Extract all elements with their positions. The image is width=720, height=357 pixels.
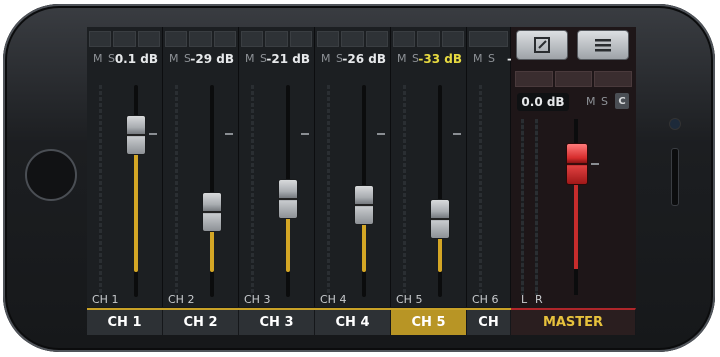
meter-left-label: L bbox=[521, 293, 528, 306]
channel-strip-1: M S 0.1 dB CH 1 bbox=[87, 27, 163, 307]
tab-ch-3[interactable]: CH 3 bbox=[239, 310, 315, 335]
fader-fill bbox=[210, 232, 214, 272]
channel-name: CH 3 bbox=[244, 293, 271, 306]
master-fader[interactable] bbox=[566, 143, 588, 185]
channel-level-readout: -21 dB bbox=[266, 52, 310, 66]
master-header-pads bbox=[515, 71, 633, 87]
channel-fader[interactable] bbox=[202, 192, 222, 232]
channel-fader[interactable] bbox=[354, 185, 374, 225]
level-meter bbox=[251, 85, 254, 295]
unity-tick bbox=[225, 133, 233, 135]
channel-tab-bar: CH 1 CH 2 CH 3 CH 4 CH 5 CH MASTER bbox=[87, 308, 636, 335]
channel-strip-5: M S -33 dB CH 5 bbox=[391, 27, 467, 307]
tab-ch-5[interactable]: CH 5 bbox=[391, 310, 467, 335]
mute-button[interactable]: M bbox=[245, 52, 256, 65]
level-meter bbox=[327, 85, 330, 295]
channel-header-pads bbox=[165, 31, 236, 47]
channel-header-pads bbox=[241, 31, 312, 47]
channel-name: CH 6 bbox=[472, 293, 499, 306]
mute-button[interactable]: M bbox=[93, 52, 104, 65]
master-fader-fill bbox=[574, 179, 578, 269]
tab-ch-1[interactable]: CH 1 bbox=[87, 310, 163, 335]
mute-button[interactable]: M bbox=[169, 52, 180, 65]
menu-button[interactable] bbox=[577, 30, 629, 60]
channel-strip-2: M S -29 dB CH 2 bbox=[163, 27, 239, 307]
solo-button[interactable]: S bbox=[488, 52, 496, 65]
tab-ch-6[interactable]: CH bbox=[467, 310, 511, 335]
channel-strip-6: M S - CH 6 bbox=[467, 27, 512, 307]
tab-ch-4[interactable]: CH 4 bbox=[315, 310, 391, 335]
level-meter bbox=[99, 85, 102, 295]
mute-button[interactable]: M bbox=[586, 95, 597, 108]
tab-ch-2[interactable]: CH 2 bbox=[163, 310, 239, 335]
channel-fader[interactable] bbox=[278, 179, 298, 219]
channel-name: CH 2 bbox=[168, 293, 195, 306]
mute-button[interactable]: M bbox=[397, 52, 408, 65]
mixer-screen: M S 0.1 dB CH 1 M S -29 dB CH 2 M S -21 … bbox=[87, 27, 636, 335]
channel-strip-3: M S -21 dB CH 3 bbox=[239, 27, 315, 307]
channel-fader[interactable] bbox=[126, 115, 146, 155]
master-meter-left bbox=[521, 119, 524, 295]
channel-header-pads bbox=[393, 31, 464, 47]
edit-icon bbox=[534, 37, 550, 53]
phone-frame: M S 0.1 dB CH 1 M S -29 dB CH 2 M S -21 … bbox=[3, 4, 715, 352]
mute-solo-buttons[interactable]: M S bbox=[397, 52, 420, 65]
unity-tick bbox=[301, 133, 309, 135]
level-meter bbox=[175, 85, 178, 295]
fader-fill bbox=[134, 152, 138, 272]
channel-fader[interactable] bbox=[430, 199, 450, 239]
edit-button[interactable] bbox=[516, 30, 568, 60]
fader-fill bbox=[286, 217, 290, 272]
mute-button[interactable]: M bbox=[473, 52, 484, 65]
unity-tick bbox=[453, 133, 461, 135]
channel-name: CH 1 bbox=[92, 293, 119, 306]
channel-level-readout: -33 dB bbox=[418, 52, 462, 66]
level-meter bbox=[403, 85, 406, 295]
unity-tick bbox=[149, 133, 157, 135]
channel-name: CH 5 bbox=[396, 293, 423, 306]
fader-fill bbox=[438, 237, 442, 272]
channel-header-pads bbox=[317, 31, 388, 47]
master-mute-solo-buttons[interactable]: M S bbox=[586, 95, 609, 108]
channel-name: CH 4 bbox=[320, 293, 347, 306]
fader-fill bbox=[362, 225, 366, 272]
channel-level-readout: -26 dB bbox=[342, 52, 386, 66]
solo-button[interactable]: S bbox=[601, 95, 609, 108]
mute-solo-buttons[interactable]: M S bbox=[321, 52, 344, 65]
mute-solo-buttons[interactable]: M S bbox=[245, 52, 268, 65]
camera-icon bbox=[669, 118, 681, 130]
channel-header-pads bbox=[89, 31, 160, 47]
level-meter bbox=[479, 85, 482, 295]
unity-tick bbox=[591, 163, 599, 165]
channel-level-readout: -29 dB bbox=[190, 52, 234, 66]
channel-strip-4: M S -26 dB CH 4 bbox=[315, 27, 391, 307]
master-level-readout: 0.0 dB bbox=[517, 93, 569, 111]
speaker-grille bbox=[671, 148, 679, 206]
mute-solo-buttons[interactable]: M S bbox=[169, 52, 192, 65]
unity-tick bbox=[377, 133, 385, 135]
mute-solo-buttons[interactable]: M S bbox=[473, 52, 496, 65]
master-c-button[interactable]: C bbox=[615, 93, 629, 109]
home-button[interactable] bbox=[25, 149, 77, 201]
menu-icon bbox=[595, 39, 611, 52]
tab-master[interactable]: MASTER bbox=[511, 308, 636, 335]
mute-button[interactable]: M bbox=[321, 52, 332, 65]
meter-right-label: R bbox=[535, 293, 543, 306]
master-strip: 0.0 dB M S C L R bbox=[511, 27, 636, 308]
channel-header-pads bbox=[469, 31, 508, 47]
master-meter-right bbox=[535, 119, 538, 295]
channel-level-readout: 0.1 dB bbox=[114, 52, 158, 66]
mute-solo-buttons[interactable]: M S bbox=[93, 52, 116, 65]
